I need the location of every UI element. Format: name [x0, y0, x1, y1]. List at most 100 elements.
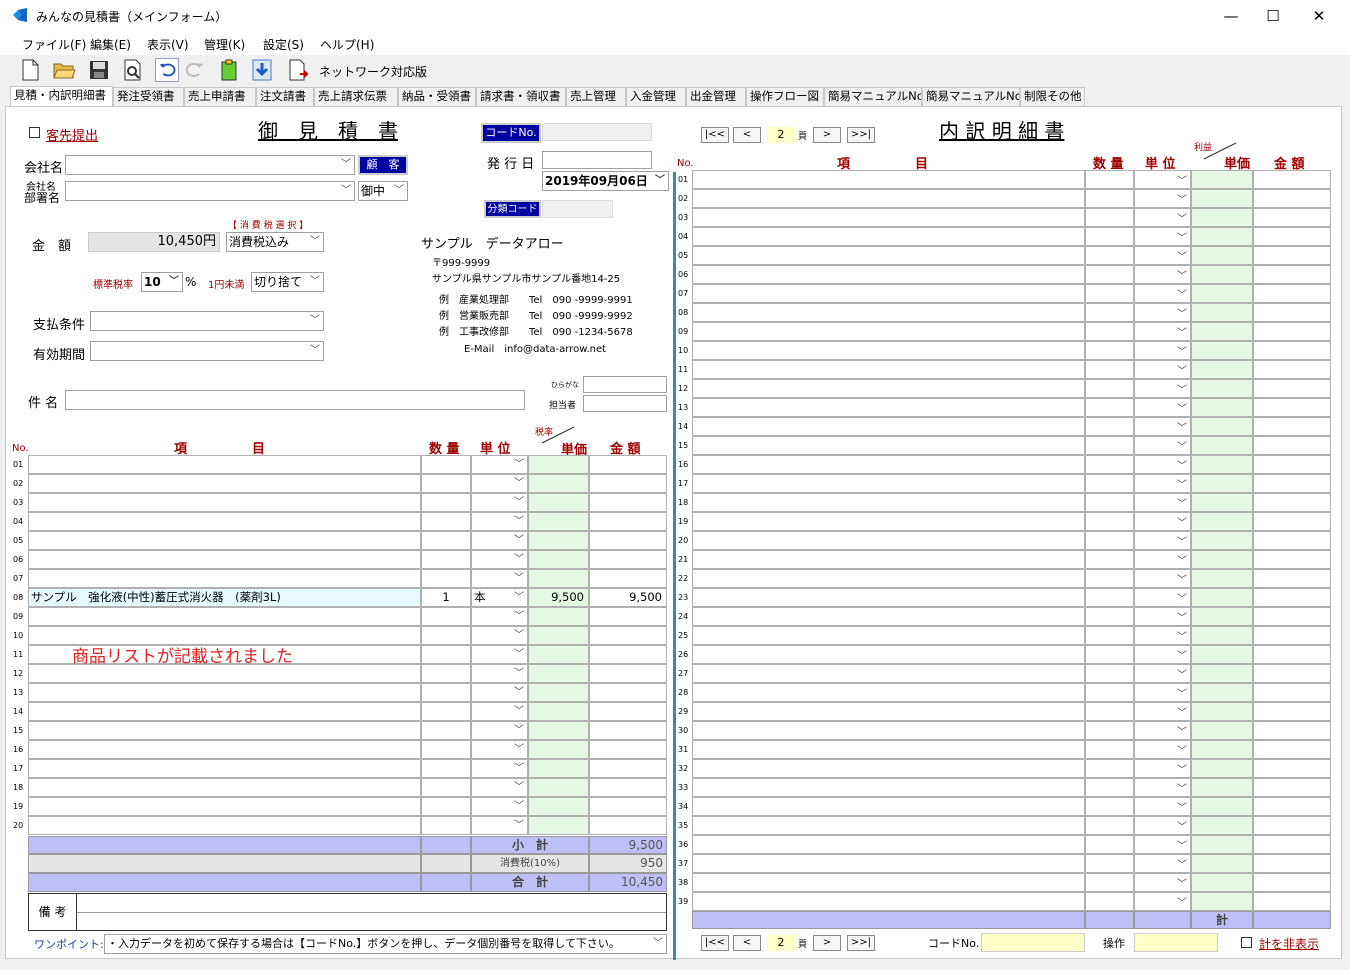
cell-qty[interactable]	[1085, 398, 1134, 417]
cell-unit[interactable]: ﹀	[1134, 626, 1191, 645]
cell-price[interactable]	[1191, 835, 1253, 854]
cell-price[interactable]	[528, 797, 589, 816]
cell-item[interactable]	[692, 664, 1085, 683]
pager-prev-button[interactable]: <	[733, 127, 761, 143]
cell-amount[interactable]	[589, 569, 667, 588]
cell-unit[interactable]: ﹀	[1134, 721, 1191, 740]
cell-qty[interactable]	[1085, 170, 1134, 189]
remarks-input-1[interactable]	[78, 894, 666, 911]
class-code-field[interactable]	[542, 200, 613, 218]
cell-item[interactable]	[692, 246, 1085, 265]
cell-amount[interactable]	[1253, 493, 1331, 512]
cell-price[interactable]	[1191, 664, 1253, 683]
cell-unit[interactable]: ﹀	[471, 816, 528, 835]
bottom-pager-prev-button[interactable]: <	[733, 935, 761, 951]
cell-unit[interactable]: ﹀	[1134, 246, 1191, 265]
cell-item[interactable]	[28, 512, 421, 531]
cell-price[interactable]	[1191, 493, 1253, 512]
cell-amount[interactable]	[1253, 265, 1331, 284]
cell-unit[interactable]: ﹀	[1134, 341, 1191, 360]
maximize-button[interactable]: ☐	[1250, 2, 1296, 30]
cell-unit[interactable]: ﹀	[1134, 683, 1191, 702]
cell-amount[interactable]	[1253, 588, 1331, 607]
cell-amount[interactable]	[1253, 531, 1331, 550]
cell-qty[interactable]	[1085, 341, 1134, 360]
panel-splitter[interactable]	[673, 172, 676, 960]
cell-unit[interactable]: ﹀	[471, 645, 528, 664]
menu-manage[interactable]: 管理(K)	[204, 36, 245, 53]
tab-order-receipt[interactable]: 発注受領書	[113, 87, 184, 106]
cell-amount[interactable]	[589, 721, 667, 740]
cell-unit[interactable]: ﹀	[1134, 170, 1191, 189]
undo-icon[interactable]	[155, 58, 179, 82]
cell-qty[interactable]	[421, 569, 471, 588]
cell-item[interactable]	[28, 721, 421, 740]
cell-qty[interactable]	[1085, 702, 1134, 721]
cell-amount[interactable]	[1253, 398, 1331, 417]
pager-page-number[interactable]: 2	[767, 127, 795, 143]
tab-invoice-receipt[interactable]: 請求書・領収書	[476, 87, 566, 106]
cell-qty[interactable]	[421, 607, 471, 626]
bottom-pager-last-button[interactable]: >>|	[847, 935, 875, 951]
new-file-icon[interactable]	[18, 58, 42, 82]
cell-amount[interactable]	[589, 740, 667, 759]
cell-qty[interactable]	[1085, 873, 1134, 892]
cell-amount[interactable]	[1253, 417, 1331, 436]
cell-amount[interactable]	[589, 816, 667, 835]
cell-unit[interactable]: ﹀	[471, 607, 528, 626]
cell-price[interactable]	[528, 702, 589, 721]
cell-unit[interactable]: ﹀	[1134, 398, 1191, 417]
cell-qty[interactable]	[1085, 474, 1134, 493]
tab-restrictions[interactable]: 制限その他	[1020, 87, 1085, 106]
cell-price[interactable]	[1191, 873, 1253, 892]
cell-item[interactable]	[28, 607, 421, 626]
cell-unit[interactable]: ﹀	[1134, 778, 1191, 797]
cell-price[interactable]	[1191, 265, 1253, 284]
cell-qty[interactable]	[1085, 550, 1134, 569]
cell-unit[interactable]: ﹀	[1134, 816, 1191, 835]
cell-qty[interactable]	[1085, 208, 1134, 227]
bottom-pager-page-number[interactable]: 2	[767, 935, 795, 951]
tax-mode-select[interactable]: 消費税込み ﹀	[226, 232, 324, 252]
cell-qty[interactable]	[1085, 740, 1134, 759]
cell-price[interactable]	[1191, 284, 1253, 303]
cell-item[interactable]	[28, 455, 421, 474]
cell-unit[interactable]: ﹀	[1134, 569, 1191, 588]
cell-qty[interactable]	[1085, 645, 1134, 664]
cell-price[interactable]	[1191, 398, 1253, 417]
cell-price[interactable]	[1191, 227, 1253, 246]
cell-unit[interactable]: ﹀	[1134, 512, 1191, 531]
tab-payment-out[interactable]: 出金管理	[686, 87, 746, 106]
cell-item[interactable]	[692, 588, 1085, 607]
bottom-code-no-field[interactable]	[981, 933, 1085, 952]
cell-amount[interactable]	[589, 702, 667, 721]
cell-amount[interactable]	[1253, 759, 1331, 778]
cell-qty[interactable]	[1085, 816, 1134, 835]
cell-price[interactable]	[1191, 474, 1253, 493]
cell-price[interactable]	[1191, 322, 1253, 341]
cell-amount[interactable]	[1253, 170, 1331, 189]
cell-price[interactable]	[1191, 645, 1253, 664]
cell-qty[interactable]	[421, 797, 471, 816]
cell-price[interactable]	[1191, 569, 1253, 588]
cell-qty[interactable]	[421, 664, 471, 683]
open-folder-icon[interactable]	[52, 58, 76, 82]
class-code-button[interactable]: 分類コード	[484, 200, 541, 218]
cell-price[interactable]	[528, 759, 589, 778]
cell-amount[interactable]: 9,500	[589, 588, 667, 607]
cell-amount[interactable]	[589, 474, 667, 493]
cell-amount[interactable]	[1253, 341, 1331, 360]
cell-price[interactable]	[1191, 607, 1253, 626]
cell-qty[interactable]	[1085, 664, 1134, 683]
cell-item[interactable]	[28, 550, 421, 569]
cell-qty[interactable]	[1085, 417, 1134, 436]
tab-delivery[interactable]: 納品・受領書	[398, 87, 476, 106]
cell-unit[interactable]: ﹀	[471, 721, 528, 740]
cell-price[interactable]	[1191, 816, 1253, 835]
cell-price[interactable]	[528, 474, 589, 493]
remarks-input-2[interactable]	[78, 913, 666, 930]
cell-qty[interactable]	[1085, 778, 1134, 797]
cell-qty[interactable]	[1085, 189, 1134, 208]
cell-amount[interactable]	[1253, 854, 1331, 873]
cell-qty[interactable]	[1085, 265, 1134, 284]
